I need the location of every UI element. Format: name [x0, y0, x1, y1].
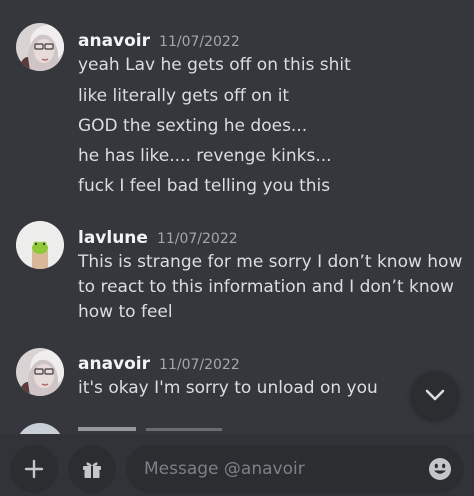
emoji-icon[interactable] [428, 457, 452, 481]
message-line: how to feel [78, 302, 173, 322]
avatar-anavoir[interactable] [16, 348, 64, 396]
message-timestamp: 11/07/2022 [159, 357, 240, 373]
chevron-down-icon [425, 389, 445, 401]
message-line: it's okay I'm sorry to unload on you [78, 378, 378, 398]
message-line: he has like.... revenge kinks... [78, 146, 332, 166]
jump-to-bottom-button[interactable] [411, 371, 459, 419]
author-name-partial [78, 427, 136, 434]
message-author[interactable]: anavoir 11/07/2022 [78, 354, 240, 375]
message-line: fuck I feel bad telling you this [78, 176, 331, 196]
message-list[interactable]: anavoir 11/07/2022 yeah Lav he gets off o… [0, 0, 474, 434]
avatar-image [16, 348, 64, 396]
avatar-image [16, 23, 64, 71]
message-input-placeholder: Message @anavoir [144, 459, 305, 479]
author-name[interactable]: anavoir [78, 31, 150, 51]
avatar-lavlune[interactable] [16, 221, 64, 269]
message-line: like literally gets off on it [78, 86, 290, 106]
author-name[interactable]: anavoir [78, 354, 150, 374]
message-input[interactable]: Message @anavoir [126, 445, 464, 493]
message-author[interactable]: lavlune 11/07/2022 [78, 228, 238, 249]
author-name[interactable]: lavlune [78, 228, 148, 248]
message-line: yeah Lav he gets off on this shit [78, 55, 351, 75]
message-line: GOD the sexting he does... [78, 116, 308, 136]
message-timestamp: 11/07/2022 [156, 231, 238, 247]
avatar-anavoir[interactable] [16, 23, 64, 71]
message-line: to react to this information and I don’t… [78, 277, 454, 297]
add-attachment-button[interactable] [10, 445, 58, 493]
gift-icon [83, 462, 101, 478]
message-author[interactable]: anavoir 11/07/2022 [78, 31, 240, 52]
plus-icon [24, 459, 44, 479]
message-line: This is strange for me sorry I don’t kno… [78, 252, 463, 272]
dm-screen: anavoir 11/07/2022 yeah Lav he gets off o… [0, 0, 474, 496]
message-timestamp: 11/07/2022 [159, 34, 240, 50]
gift-button[interactable] [68, 445, 116, 493]
avatar-partial[interactable] [16, 423, 64, 434]
avatar-image [16, 221, 64, 269]
